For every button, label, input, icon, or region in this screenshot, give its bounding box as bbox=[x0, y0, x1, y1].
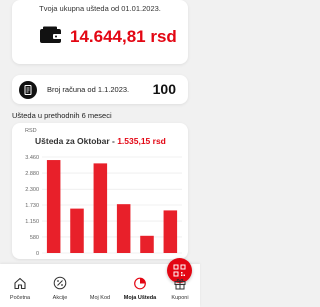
chart-bar[interactable] bbox=[93, 163, 108, 253]
receipts-count-card: Broj računa od 1.1.2023. 100 bbox=[12, 75, 188, 104]
savings-pie-icon bbox=[134, 277, 146, 290]
chart-heading-prefix: Ušteda za Oktobar - bbox=[35, 136, 118, 146]
nav-item-my-code[interactable]: Moj Kod bbox=[80, 258, 192, 307]
y-tick-label: 1.730 bbox=[25, 203, 39, 209]
y-tick-label: 3.460 bbox=[25, 155, 39, 161]
bottom-navigation: Početna Akcije Moj Kod Moja Ušteda Kupon… bbox=[0, 258, 200, 307]
chart-bar[interactable] bbox=[70, 208, 84, 253]
y-tick-label: 2.880 bbox=[25, 171, 39, 177]
nav-item-my-savings[interactable]: Moja Ušteda bbox=[120, 264, 160, 307]
wallet-icon bbox=[40, 26, 62, 43]
total-savings-title: Tvoja ukupna ušteda od 01.01.2023. bbox=[39, 4, 161, 13]
y-tick-label: 2.300 bbox=[25, 187, 39, 193]
chart-bar[interactable] bbox=[116, 204, 131, 253]
y-tick-label: 1.150 bbox=[25, 219, 39, 225]
receipt-icon bbox=[19, 81, 37, 99]
savings-bar-chart: 0 580 1.150 1.730 2.300 2.880 3.460 bbox=[25, 155, 182, 257]
receipts-count-value: 100 bbox=[152, 81, 176, 97]
percent-icon bbox=[53, 276, 67, 290]
nav-label-my-savings: Moja Ušteda bbox=[123, 295, 157, 301]
total-savings-card: Tvoja ukupna ušteda od 01.01.2023. 14.64… bbox=[12, 0, 188, 64]
nav-item-coupons[interactable]: Kuponi bbox=[160, 264, 200, 307]
section-label: Ušteda u prethodnih 6 meseci bbox=[12, 111, 112, 120]
nav-label-offers: Akcije bbox=[52, 295, 68, 301]
chart-bar[interactable] bbox=[140, 235, 154, 253]
nav-label-home: Početna bbox=[9, 295, 31, 301]
chart-heading-value: 1.535,15 rsd bbox=[117, 136, 166, 146]
nav-label-coupons: Kuponi bbox=[171, 295, 189, 301]
chart-unit-label: RSD bbox=[25, 128, 37, 134]
savings-chart-card: RSD Ušteda za Oktobar - 1.535,15 rsd 0 58… bbox=[12, 123, 188, 259]
nav-item-home[interactable]: Početna bbox=[0, 264, 40, 307]
total-savings-amount: 14.644,81 rsd bbox=[70, 27, 177, 46]
nav-label-my-code: Moj Kod bbox=[89, 295, 111, 301]
home-icon bbox=[14, 277, 26, 290]
gift-icon bbox=[174, 278, 186, 290]
y-tick-label: 0 bbox=[36, 251, 39, 257]
receipts-count-label: Broj računa od 1.1.2023. bbox=[47, 85, 130, 94]
nav-item-offers[interactable]: Akcije bbox=[40, 264, 80, 307]
chart-heading: Ušteda za Oktobar - 1.535,15 rsd bbox=[35, 136, 166, 146]
y-tick-label: 580 bbox=[30, 235, 39, 241]
chart-bar[interactable] bbox=[46, 160, 61, 253]
chart-bar[interactable] bbox=[163, 210, 178, 253]
